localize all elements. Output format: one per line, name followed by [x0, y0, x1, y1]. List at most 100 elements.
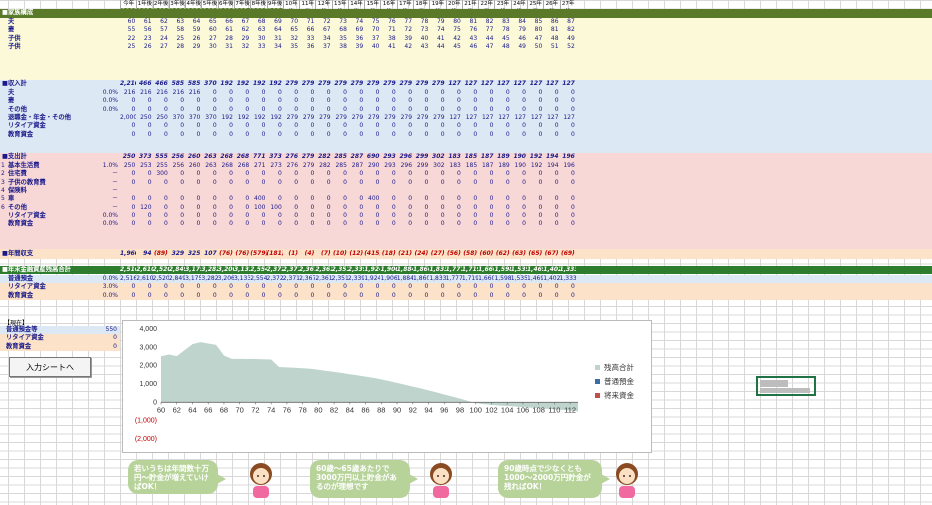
x-tick-label: 66	[204, 405, 212, 414]
value-cell: 250	[156, 113, 168, 121]
value-cell: 0	[424, 89, 429, 96]
x-tick-label: 82	[330, 405, 338, 414]
value-cell: 0	[424, 203, 429, 211]
expense-row: 車 － 5 0 0 0 0 0 0 0 0 400 0 0 0 0 0 0 400 0 0 0 0 0 0 0 0 0 0 0 0	[0, 195, 932, 203]
value-cell: 0	[163, 211, 168, 219]
value-cell: 279	[301, 153, 315, 160]
value-cell: 0	[196, 220, 201, 228]
value-cell: 279	[400, 113, 413, 121]
value-cell: 65	[290, 26, 299, 34]
value-cell: 73	[339, 18, 347, 25]
assets-row: 普通預金 0.0% 2,516 2,610 2,520 2,849 3,175 3,282 3,…	[0, 275, 932, 284]
x-tick-label: 98	[456, 405, 464, 414]
value-cell: 0	[212, 170, 217, 178]
value-cell: 2,372	[266, 275, 283, 282]
current-label: リタイア資金	[6, 334, 44, 342]
value-cell: 1,777	[445, 266, 462, 273]
value-cell: 0	[359, 220, 364, 228]
value-cell: 192	[221, 113, 233, 121]
value-cell: 0	[375, 211, 380, 219]
value-cell: 50	[534, 42, 543, 50]
current-value: 0	[113, 342, 117, 350]
value-cell: 0	[196, 195, 201, 203]
value-cell: 285	[335, 162, 347, 169]
input-sheet-button[interactable]: 入力シートへ	[9, 357, 91, 377]
value-cell: 282	[318, 153, 331, 160]
value-cell: 83	[502, 18, 510, 25]
value-cell: 0	[522, 89, 526, 96]
value-cell: 0	[245, 89, 250, 96]
value-cell: (65)	[528, 250, 543, 257]
value-cell: 0	[424, 105, 429, 113]
value-cell: (12)	[349, 250, 364, 257]
value-cell: 0	[261, 122, 266, 130]
value-cell: 28	[225, 34, 233, 42]
value-cell: 34	[274, 42, 282, 50]
value-cell: 0	[180, 211, 185, 219]
value-cell: 39	[355, 42, 364, 50]
value-cell: 82	[485, 18, 494, 25]
value-cell: 0	[473, 211, 478, 219]
value-cell: 279	[399, 80, 413, 87]
value-cell: 0	[131, 130, 136, 138]
chart-svg: 4,0003,0002,0001,0000(1,000)(2,000)60 62 6…	[135, 326, 635, 443]
value-cell: 0	[391, 291, 396, 299]
value-cell: 0	[261, 170, 266, 178]
value-cell	[478, 187, 494, 195]
value-cell: 185	[464, 153, 478, 160]
value-cell: 0	[375, 203, 380, 211]
value-cell: 0	[310, 211, 315, 219]
value-cell: 0	[310, 130, 315, 138]
value-cell: 1,860	[413, 266, 429, 273]
value-cell: 0	[424, 170, 429, 178]
year-offset-label: 3年後	[170, 1, 185, 7]
value-cell: 0	[131, 195, 136, 203]
value-cell: 31	[274, 34, 282, 42]
value-cell: 0	[391, 122, 396, 130]
value-cell: 0	[408, 195, 413, 203]
value-cell: 38	[339, 42, 347, 50]
value-cell: 38	[388, 34, 396, 42]
value-cell: 0	[131, 122, 136, 130]
value-cell: 0	[229, 220, 233, 228]
value-cell: 81	[550, 26, 559, 34]
value-cell: 0	[554, 220, 559, 228]
value-cell: 0	[489, 170, 494, 178]
row-label: 子供	[8, 34, 21, 42]
value-cell: 0	[147, 195, 152, 203]
value-cell: 0	[408, 178, 413, 186]
value-cell: 268	[221, 162, 233, 169]
value-cell: 1,924	[364, 275, 381, 282]
income-row: リタイア資金 0 0 0 0 0 0 0 0 0 0 0 0 0 0 0 0 0 0 0 0 0 0 0 0 0 0 0 0	[0, 122, 932, 130]
value-cell: 0	[489, 130, 494, 138]
value-cell: 0	[343, 203, 347, 211]
advisor-girl-icon	[250, 463, 272, 498]
value-cell: 2,361	[315, 266, 331, 273]
value-cell: 192	[269, 80, 282, 87]
value-cell: 0	[229, 283, 233, 291]
value-cell: 127	[497, 80, 510, 87]
value-cell: 0	[294, 89, 299, 96]
value-cell: 260	[188, 162, 201, 169]
value-cell: 0	[538, 203, 543, 211]
value-cell: (76)	[235, 250, 250, 257]
value-cell: 0	[424, 195, 429, 203]
value-cell: 45	[453, 42, 461, 50]
value-cell: 279	[351, 113, 364, 121]
value-cell: 0	[343, 89, 347, 96]
value-cell: 2,339	[347, 266, 364, 273]
selected-cell[interactable]	[756, 376, 816, 396]
value-cell: 0	[212, 105, 217, 113]
value-cell: 0	[424, 178, 429, 186]
row-label: リタイア資金	[8, 283, 46, 291]
value-cell: (56)	[447, 250, 461, 257]
value-cell: 3,175	[185, 266, 201, 273]
value-cell: 0	[196, 203, 201, 211]
value-cell: 0	[489, 97, 494, 105]
value-cell: 46	[518, 34, 526, 42]
value-cell: 0	[505, 89, 510, 96]
value-cell: 0	[473, 178, 478, 186]
value-cell	[511, 187, 527, 195]
value-cell: 276	[285, 153, 299, 160]
value-cell: 0	[343, 195, 347, 203]
